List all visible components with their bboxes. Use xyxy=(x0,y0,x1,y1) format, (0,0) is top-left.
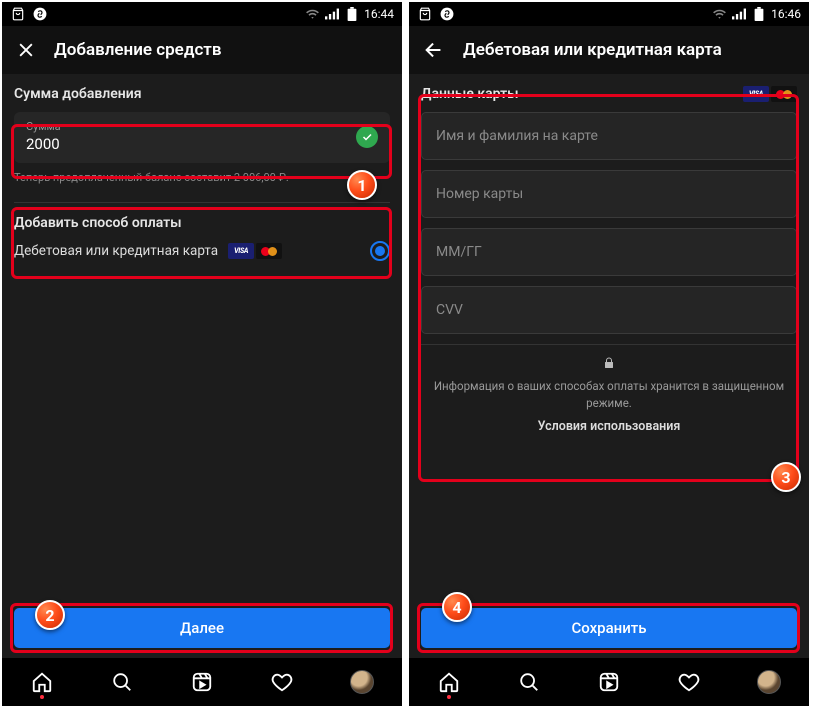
bottom-nav xyxy=(2,658,402,706)
balance-hint: Теперь предоплаченный баланс составит 2 … xyxy=(14,171,390,184)
nav-profile-avatar[interactable] xyxy=(342,662,382,702)
phone-right: 16:46 Дебетовая или кредитная карта Данн… xyxy=(409,2,809,706)
page-title: Дебетовая или кредитная карта xyxy=(463,40,722,60)
nav-home-icon[interactable] xyxy=(22,662,62,702)
nav-activity-icon[interactable] xyxy=(669,662,709,702)
check-circle-icon xyxy=(356,126,378,148)
bottom-nav xyxy=(409,658,809,706)
status-time: 16:44 xyxy=(364,7,394,21)
content-area: Сумма добавления Сумма 2000 Теперь предо… xyxy=(2,74,402,658)
shopping-bag-icon xyxy=(417,6,433,22)
amount-label: Сумма xyxy=(26,120,356,133)
shazam-icon xyxy=(439,6,455,22)
payment-option-label: Дебетовая или кредитная карта xyxy=(14,243,218,259)
mastercard-icon xyxy=(256,243,282,259)
nav-search-icon[interactable] xyxy=(509,662,549,702)
page-title: Добавление средств xyxy=(54,40,222,60)
lock-icon xyxy=(421,357,797,376)
visa-icon: VISA xyxy=(228,243,254,259)
content-area: Данные карты VISA Имя и фамилия на карте… xyxy=(409,74,809,658)
avatar-icon xyxy=(757,670,781,694)
card-form: Данные карты VISA Имя и фамилия на карте… xyxy=(421,86,797,434)
battery-icon xyxy=(751,6,767,22)
battery-icon xyxy=(344,6,360,22)
visa-icon: VISA xyxy=(743,86,769,102)
divider xyxy=(421,344,797,345)
app-bar: Добавление средств xyxy=(2,26,402,74)
shazam-icon xyxy=(32,6,48,22)
card-number-field[interactable]: Номер карты xyxy=(421,170,797,218)
nav-reels-icon[interactable] xyxy=(589,662,629,702)
status-time: 16:46 xyxy=(771,7,801,21)
status-bar: 16:44 xyxy=(2,2,402,26)
status-bar: 16:46 xyxy=(409,2,809,26)
next-button[interactable]: Далее xyxy=(14,608,390,648)
avatar-icon xyxy=(350,670,374,694)
amount-value: 2000 xyxy=(26,135,356,153)
signal-icon xyxy=(731,6,747,22)
signal-icon xyxy=(324,6,340,22)
nav-home-icon[interactable] xyxy=(429,662,469,702)
back-icon[interactable] xyxy=(423,39,445,61)
phone-left: 16:44 Добавление средств Сумма добавлени… xyxy=(2,2,402,706)
app-bar: Дебетовая или кредитная карта xyxy=(409,26,809,74)
close-icon[interactable] xyxy=(16,40,36,60)
terms-link[interactable]: Условия использования xyxy=(421,419,797,434)
wifi-icon xyxy=(711,6,727,22)
security-text: Информация о ваших способах оплаты храни… xyxy=(434,379,784,410)
wifi-icon xyxy=(304,6,320,22)
card-cvv-field[interactable]: CVV xyxy=(421,286,797,334)
amount-input[interactable]: Сумма 2000 xyxy=(14,112,390,163)
card-expiry-field[interactable]: ММ/ГГ xyxy=(421,228,797,276)
radio-selected-icon[interactable] xyxy=(370,241,390,261)
payment-section-title: Добавить способ оплаты xyxy=(14,215,390,231)
payment-option-card[interactable]: Дебетовая или кредитная карта VISA xyxy=(14,241,390,261)
card-name-field[interactable]: Имя и фамилия на карте xyxy=(421,112,797,160)
nav-activity-icon[interactable] xyxy=(262,662,302,702)
security-note: Информация о ваших способах оплаты храни… xyxy=(421,357,797,411)
nav-profile-avatar[interactable] xyxy=(749,662,789,702)
nav-search-icon[interactable] xyxy=(102,662,142,702)
shopping-bag-icon xyxy=(10,6,26,22)
save-button[interactable]: Сохранить xyxy=(421,608,797,648)
card-form-title: Данные карты xyxy=(421,86,743,102)
nav-reels-icon[interactable] xyxy=(182,662,222,702)
mastercard-icon xyxy=(771,86,797,102)
amount-section-title: Сумма добавления xyxy=(14,86,390,102)
